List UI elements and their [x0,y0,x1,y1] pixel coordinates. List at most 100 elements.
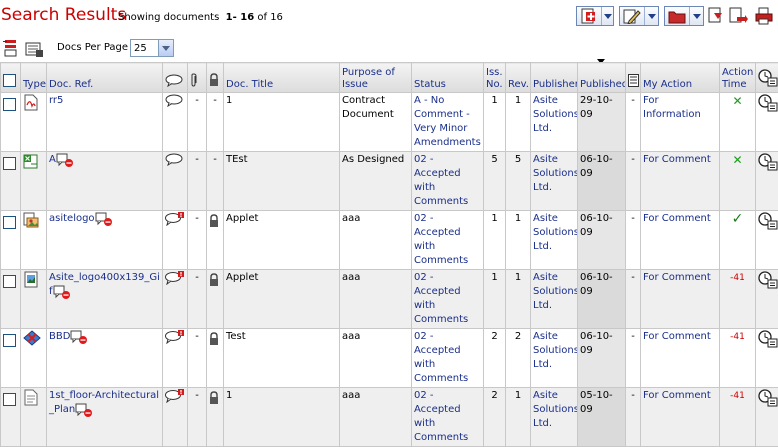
comment-no-access-icon[interactable] [75,403,93,422]
published-date: 06-10-09 [578,329,626,388]
chevron-down-icon [644,7,658,25]
edit-menu-button[interactable] [619,6,659,26]
comment-no-access-icon[interactable] [53,285,71,304]
comment-alert-icon[interactable] [165,212,185,231]
col-doc-ref[interactable]: Doc. Ref. [47,63,163,93]
status-link[interactable]: 02 - Accepted with Comments [414,272,468,325]
cad-icon[interactable] [23,330,41,352]
download-document-icon[interactable] [707,7,725,25]
row-checkbox[interactable] [3,275,16,288]
pencil-icon [623,8,641,24]
publisher-link[interactable]: Asite Solutions Ltd. [533,213,578,252]
results-count: Showing documents 1- 16 of 16 [118,12,283,23]
image-icon[interactable] [23,212,39,234]
select-all-checkbox[interactable] [3,74,16,87]
row-checkbox[interactable] [3,98,16,111]
doc-info-value: - [626,388,641,447]
history-clock-icon[interactable] [758,271,778,294]
add-to-basket-icon[interactable] [2,38,20,56]
col-my-action[interactable]: My Action [641,63,720,93]
print-icon[interactable] [754,7,772,25]
purpose-of-issue: aaa [340,270,412,329]
status-link[interactable]: 02 - Accepted with Comments [414,154,468,207]
col-purpose[interactable]: Purpose of Issue [340,63,412,93]
chevron-down-icon [601,7,613,25]
purpose-of-issue: aaa [340,388,412,447]
my-action-link[interactable]: For Comment [643,213,711,224]
comment-no-access-icon[interactable] [56,153,74,172]
col-attachments[interactable] [188,63,207,93]
folder-icon [668,8,686,24]
col-type[interactable]: Type [21,63,47,93]
comment-no-access-icon[interactable] [70,330,88,349]
history-clock-icon[interactable] [758,94,778,117]
row-checkbox[interactable] [3,334,16,347]
history-clock-icon[interactable] [758,330,778,353]
attachment-value: - [188,329,207,388]
doc-title: 1 [224,388,340,447]
overdue-x-icon: ✕ [732,94,742,108]
remove-from-basket-icon[interactable] [24,40,42,58]
col-iss-no[interactable]: Iss. No. [484,63,506,93]
gif-icon[interactable] [23,271,39,293]
col-action-time[interactable]: Action Time [720,63,756,93]
history-clock-icon[interactable] [758,212,778,235]
my-action-link[interactable]: For Comment [643,331,711,342]
history-clock-icon[interactable] [758,153,778,176]
doc-ref-link[interactable]: rr5 [49,95,63,106]
status-link[interactable]: 02 - Accepted with Comments [414,390,468,443]
doc-info-value: - [626,93,641,152]
col-publisher[interactable]: Publisher [531,63,578,93]
doc-info-value: - [626,329,641,388]
lock-icon [209,214,219,233]
doc-ref-link[interactable]: A [49,154,56,165]
new-document-menu-button[interactable] [576,6,614,26]
history-clock-icon[interactable] [758,389,778,412]
completed-check-icon: ✓ [732,211,744,227]
row-checkbox[interactable] [3,157,16,170]
comment-alert-icon[interactable] [165,389,185,408]
row-checkbox[interactable] [3,216,16,229]
comment-alert-icon[interactable] [165,330,185,349]
iss-no: 1 [484,93,506,152]
status-link[interactable]: 02 - Accepted with Comments [414,213,468,266]
comment-no-access-icon[interactable] [95,212,113,231]
col-doc-info[interactable] [626,63,641,93]
col-doc-title[interactable]: Doc. Title [224,63,340,93]
doc-title: Test [224,329,340,388]
col-status[interactable]: Status [412,63,484,93]
col-comments[interactable] [163,63,188,93]
pdf-icon[interactable] [23,94,39,116]
iss-no: 2 [484,329,506,388]
doc-ref-link[interactable]: BBD [49,331,70,342]
table-row: asitelogo - Applet aaa 02 - Accepted wit… [1,211,778,270]
my-action-link[interactable]: For Comment [643,272,711,283]
row-checkbox[interactable] [3,393,16,406]
doc-title: Applet [224,270,340,329]
status-link[interactable]: A - No Comment - Very Minor Amendments [414,95,481,148]
comment-alert-icon[interactable] [165,271,185,290]
status-link[interactable]: 02 - Accepted with Comments [414,331,468,384]
publisher-link[interactable]: Asite Solutions Ltd. [533,154,578,193]
comment-bubble-icon[interactable] [165,153,183,171]
plan-icon[interactable] [23,389,39,411]
my-action-link[interactable]: For Comment [643,154,711,165]
doc-ref-link[interactable]: 1st_floor-Architectural_Plan [49,390,159,415]
col-history[interactable] [756,63,778,93]
publisher-link[interactable]: Asite Solutions Ltd. [533,95,578,134]
publisher-link[interactable]: Asite Solutions Ltd. [533,331,578,370]
doc-ref-link[interactable]: asitelogo [49,213,95,224]
folder-menu-button[interactable] [664,6,704,26]
lock-icon [209,391,219,410]
export-document-icon[interactable] [729,7,747,25]
publisher-link[interactable]: Asite Solutions Ltd. [533,272,578,311]
col-published[interactable]: Published [578,63,626,93]
excel-icon[interactable] [23,153,39,175]
col-rev[interactable]: Rev. [506,63,531,93]
comment-bubble-icon[interactable] [165,94,183,112]
docs-per-page-select[interactable]: 25 [130,39,174,57]
my-action-link[interactable]: For Comment [643,390,711,401]
col-lock[interactable] [207,63,224,93]
my-action-link[interactable]: For Information [643,95,701,120]
publisher-link[interactable]: Asite Solutions Ltd. [533,390,578,429]
